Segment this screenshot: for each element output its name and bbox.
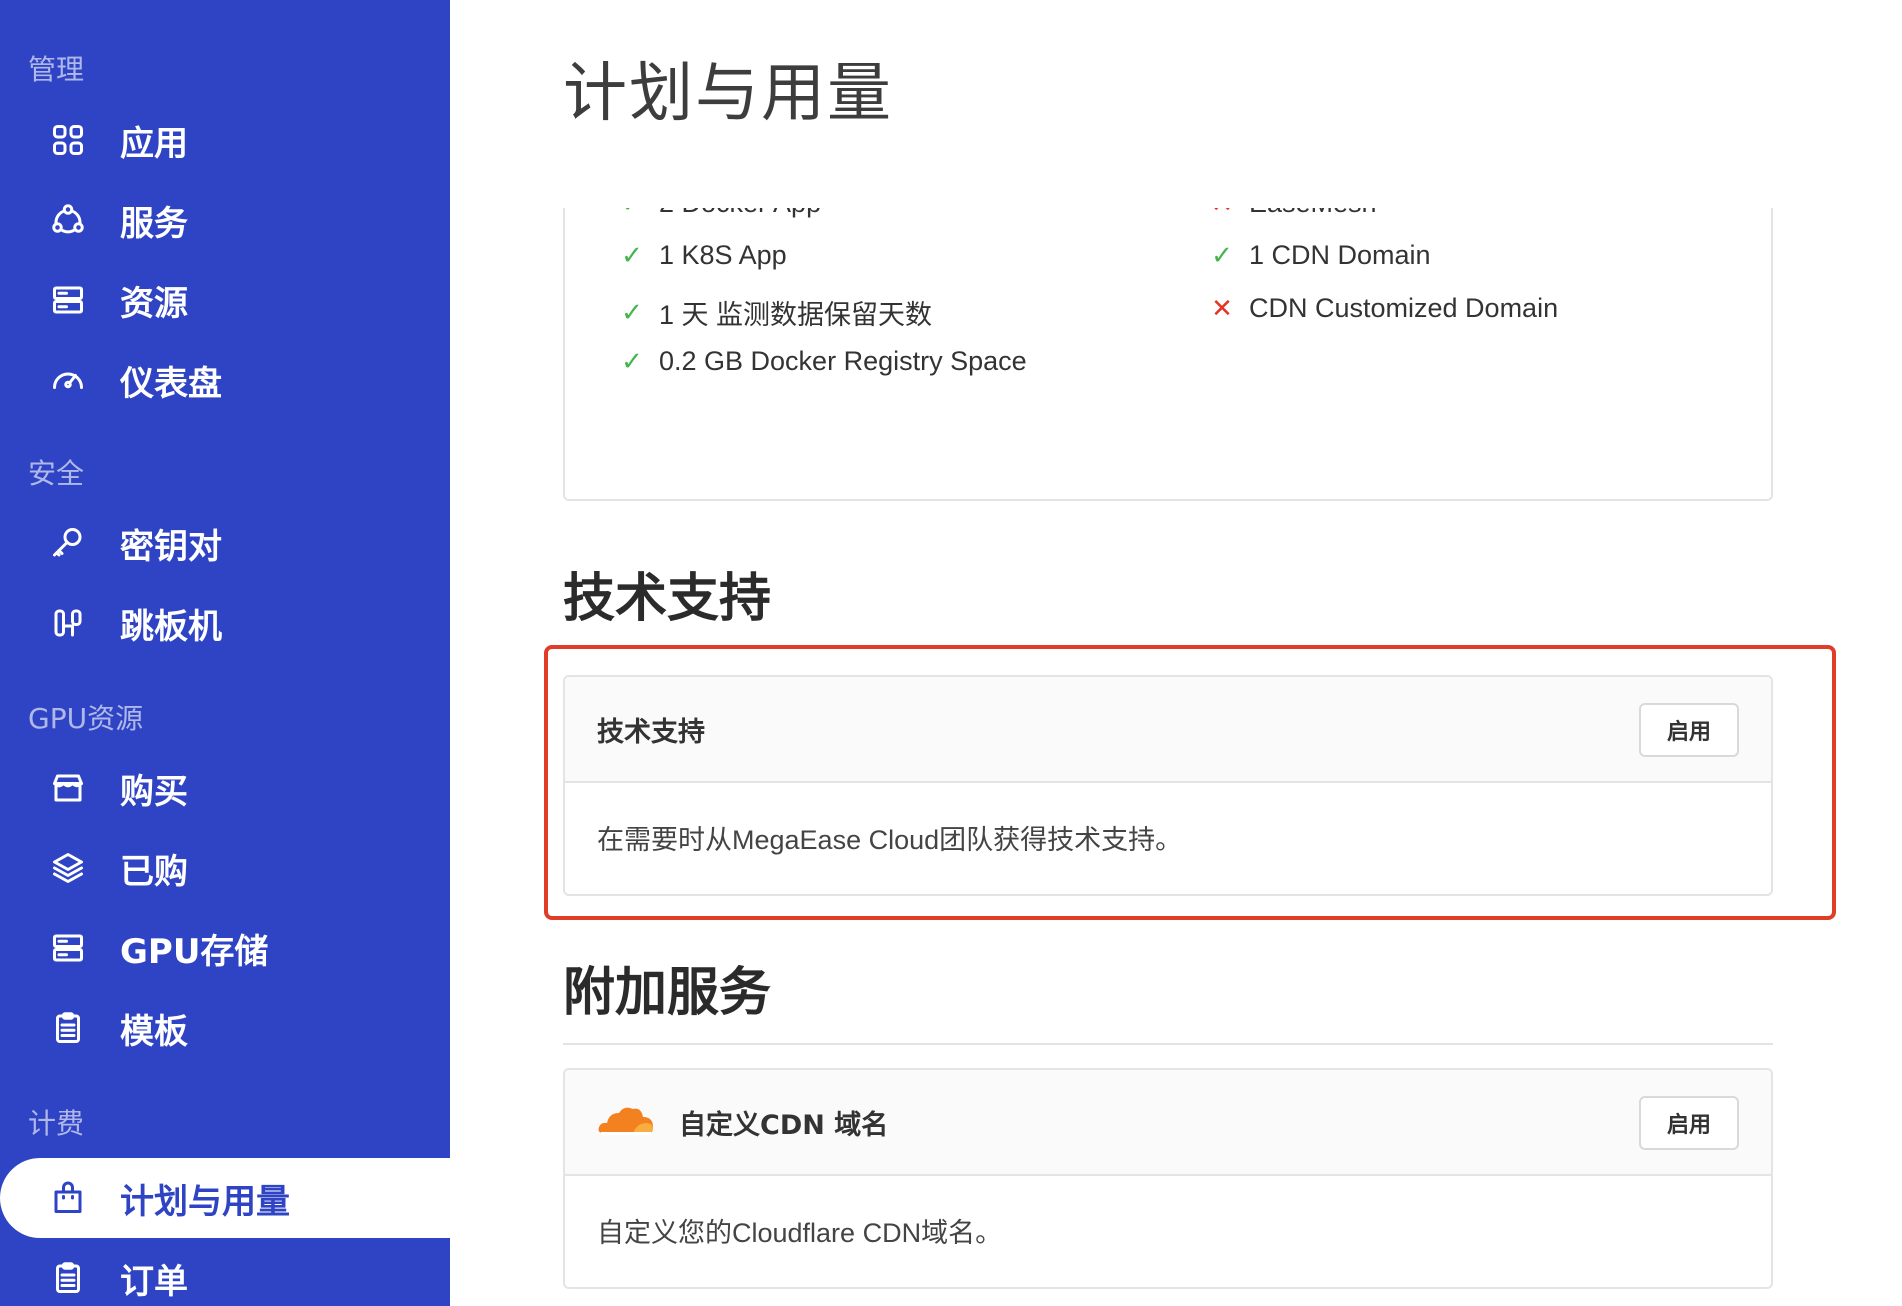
sidebar-item-label: 模板 <box>120 1011 188 1052</box>
sidebar-item-buy[interactable]: 购买 <box>0 748 450 828</box>
section-label-gpu: GPU资源 <box>28 702 144 735</box>
plan-feature: ✓ 0.2 GB Docker Registry Space <box>617 346 1027 377</box>
sidebar-item-plan-usage[interactable]: 计划与用量 <box>0 1158 450 1238</box>
support-card: 技术支持 启用 在需要时从MegaEase Cloud团队获得技术支持。 <box>563 675 1773 896</box>
plan-feature: ✓ 1 CDN Domain <box>1207 240 1431 271</box>
cross-icon: ✕ <box>1207 208 1237 219</box>
sidebar-item-label: 资源 <box>120 283 188 324</box>
services-icon <box>48 200 88 240</box>
page-title: 计划与用量 <box>563 57 893 131</box>
check-icon: ✓ <box>621 346 643 376</box>
plan-feature-text: 2 Docker App <box>659 208 821 219</box>
section-divider <box>563 1043 1773 1045</box>
sidebar-item-dashboard[interactable]: 仪表盘 <box>0 340 450 420</box>
store-icon <box>48 768 88 808</box>
clipboard-icon <box>48 1008 88 1048</box>
plan-feature-text: 1 K8S App <box>659 240 787 270</box>
plan-feature: ✓ 1 K8S App <box>617 240 787 271</box>
support-section-heading: 技术支持 <box>563 569 772 629</box>
plan-feature: ✓ 2 Docker App <box>617 208 821 219</box>
cdn-card-header: 自定义CDN 域名 启用 <box>565 1070 1771 1176</box>
sidebar-item-label: 仪表盘 <box>120 363 222 404</box>
sidebar-item-label: GPU存储 <box>120 931 269 972</box>
bastion-icon <box>48 603 88 643</box>
sidebar-item-label: 计划与用量 <box>120 1181 290 1222</box>
support-card-description: 在需要时从MegaEase Cloud团队获得技术支持。 <box>597 824 1183 855</box>
server-icon <box>48 280 88 320</box>
check-icon: ✓ <box>621 297 643 327</box>
apps-grid-icon <box>48 120 88 160</box>
plan-features-card: ✓ 2 Docker App ✓ 1 K8S App ✓ 1 天 监测数据保留天… <box>563 208 1773 501</box>
section-label-security: 安全 <box>28 457 85 490</box>
storage-icon <box>48 928 88 968</box>
orders-icon <box>48 1258 88 1298</box>
cdn-domain-card: 自定义CDN 域名 启用 自定义您的Cloudflare CDN域名。 <box>563 1068 1773 1289</box>
plan-feature-text: 0.2 GB Docker Registry Space <box>659 346 1027 376</box>
sidebar-item-label: 服务 <box>120 203 188 244</box>
gauge-icon <box>48 360 88 400</box>
section-label-billing: 计费 <box>28 1107 85 1140</box>
sidebar-item-label: 订单 <box>120 1261 188 1302</box>
sidebar-item-templates[interactable]: 模板 <box>0 988 450 1068</box>
sidebar-item-apps[interactable]: 应用 <box>0 100 450 180</box>
enable-cdn-button[interactable]: 启用 <box>1639 1096 1739 1150</box>
cloudflare-icon <box>597 1103 679 1142</box>
plan-feature: ✕ EaseMesh <box>1207 208 1377 219</box>
enable-support-button[interactable]: 启用 <box>1639 703 1739 757</box>
addon-section-heading: 附加服务 <box>563 963 772 1023</box>
sidebar-item-keypairs[interactable]: 密钥对 <box>0 503 450 583</box>
plan-feature-text: CDN Customized Domain <box>1249 293 1559 323</box>
shopping-bag-icon <box>48 1178 88 1218</box>
sidebar-item-purchased[interactable]: 已购 <box>0 828 450 908</box>
plan-feature-text: 1 天 监测数据保留天数 <box>659 300 933 330</box>
sidebar-item-bastion[interactable]: 跳板机 <box>0 583 450 663</box>
cdn-card-title: 自定义CDN 域名 <box>679 1109 889 1141</box>
sidebar-item-services[interactable]: 服务 <box>0 180 450 260</box>
check-icon: ✓ <box>621 240 643 270</box>
key-icon <box>48 523 88 563</box>
sidebar-item-label: 跳板机 <box>120 606 222 647</box>
plan-feature-text: 1 CDN Domain <box>1249 240 1431 270</box>
sidebar-item-label: 购买 <box>120 771 188 812</box>
main-content: 计划与用量 ✓ 2 Docker App ✓ 1 K8S App ✓ 1 天 监… <box>450 0 1902 1306</box>
plan-feature-text: EaseMesh <box>1249 208 1377 219</box>
sidebar: 管理 应用 服务 资源 仪表盘 安全 密钥对 跳板机 GPU资源 购买 已购 G… <box>0 0 450 1306</box>
sidebar-item-gpu-storage[interactable]: GPU存储 <box>0 908 450 988</box>
sidebar-item-orders[interactable]: 订单 <box>0 1238 450 1306</box>
plan-feature: ✕ CDN Customized Domain <box>1207 293 1558 324</box>
support-card-header: 技术支持 启用 <box>565 677 1771 783</box>
plan-feature: ✓ 1 天 监测数据保留天数 <box>617 293 932 332</box>
sidebar-item-label: 密钥对 <box>120 526 222 567</box>
cross-icon: ✕ <box>1211 293 1233 323</box>
cdn-card-description: 自定义您的Cloudflare CDN域名。 <box>597 1217 1003 1248</box>
sidebar-item-resources[interactable]: 资源 <box>0 260 450 340</box>
check-icon: ✓ <box>617 208 647 219</box>
support-card-title: 技术支持 <box>597 716 705 748</box>
layers-icon <box>48 848 88 888</box>
section-label-manage: 管理 <box>28 53 85 86</box>
sidebar-item-label: 已购 <box>120 851 188 892</box>
sidebar-item-label: 应用 <box>120 123 188 164</box>
check-icon: ✓ <box>1211 240 1233 270</box>
